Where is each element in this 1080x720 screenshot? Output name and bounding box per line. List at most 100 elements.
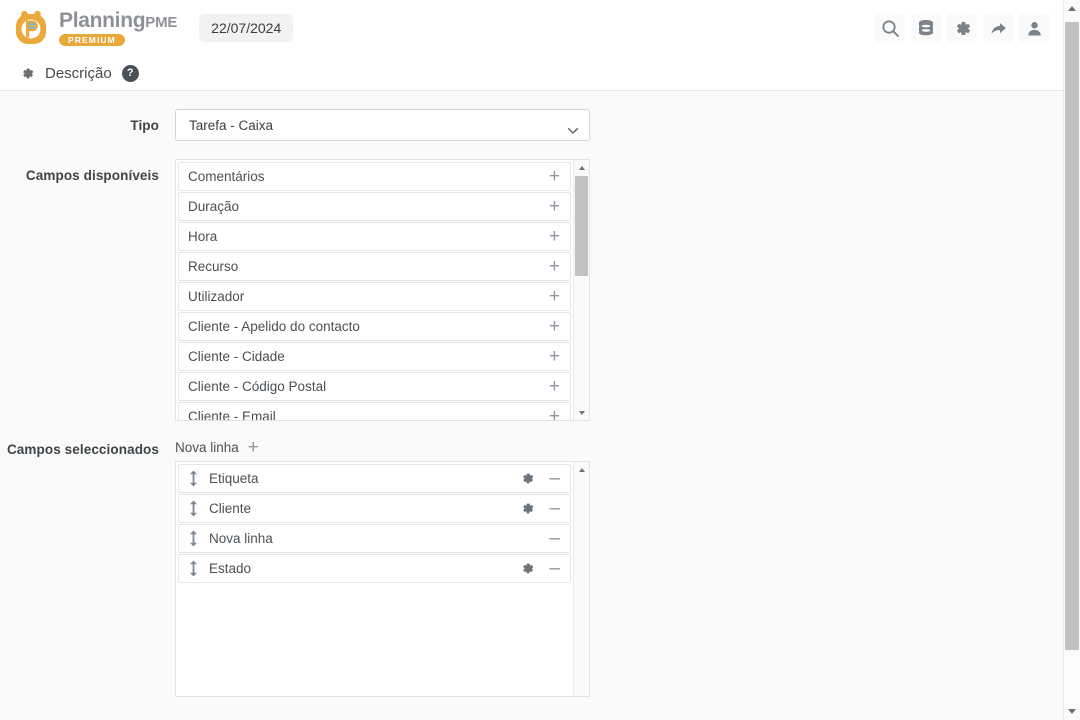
- section-gear-icon[interactable]: [20, 66, 35, 81]
- selected-row-actions: –: [520, 469, 560, 488]
- available-field-label: Cliente - Cidade: [188, 349, 285, 364]
- available-row-actions: +: [549, 257, 560, 276]
- available-row-actions: +: [549, 347, 560, 366]
- field-row-tipo: Tipo Tarefa - Caixa: [0, 109, 1063, 141]
- scrollbar-thumb[interactable]: [575, 176, 588, 276]
- available-row-actions: +: [549, 287, 560, 306]
- label-campos-disponiveis: Campos disponíveis: [25, 168, 159, 183]
- field-row-selected: Campos seleccionados Nova linha + Etique…: [0, 433, 1063, 697]
- selected-field-row[interactable]: Nova linha –: [178, 524, 571, 553]
- selected-row-actions: –: [520, 559, 560, 578]
- label-tipo: Tipo: [130, 118, 159, 133]
- gear-icon[interactable]: [520, 501, 535, 516]
- available-field-row[interactable]: Cliente - Apelido do contacto +: [178, 312, 571, 341]
- page-scrollbar[interactable]: [1063, 0, 1080, 720]
- field-campos-seleccionados: Nova linha + Etiqueta – Cliente – Nova linha…: [175, 433, 1063, 697]
- available-field-row[interactable]: Comentários +: [178, 162, 571, 191]
- available-row-actions: +: [549, 377, 560, 396]
- plus-icon[interactable]: +: [549, 257, 560, 276]
- selected-field-row[interactable]: Estado –: [178, 554, 571, 583]
- plus-icon[interactable]: +: [549, 167, 560, 186]
- available-field-row[interactable]: Cliente - Cidade +: [178, 342, 571, 371]
- brand-wordmark: Planning PME PREMIUM: [59, 10, 177, 46]
- add-new-line-button[interactable]: Nova linha +: [175, 433, 259, 461]
- available-field-row[interactable]: Hora +: [178, 222, 571, 251]
- drag-handle-icon[interactable]: [188, 500, 199, 517]
- available-field-row[interactable]: Duração +: [178, 192, 571, 221]
- scroll-down-arrow-icon[interactable]: [574, 405, 589, 420]
- plus-icon[interactable]: +: [549, 347, 560, 366]
- minus-icon[interactable]: –: [549, 499, 560, 518]
- gear-icon[interactable]: [520, 471, 535, 486]
- share-button[interactable]: [983, 13, 1013, 43]
- available-field-label: Comentários: [188, 169, 265, 184]
- brand-premium-badge: PREMIUM: [59, 34, 125, 46]
- minus-icon[interactable]: –: [549, 559, 560, 578]
- available-field-label: Cliente - Apelido do contacto: [188, 319, 360, 334]
- selected-field-label: Cliente: [209, 501, 252, 516]
- share-arrow-icon: [989, 19, 1008, 38]
- tipo-select[interactable]: Tarefa - Caixa: [175, 109, 590, 141]
- page-content: Planning PME PREMIUM 22/07/2024 Descriçã…: [0, 0, 1063, 720]
- available-row-actions: +: [549, 407, 560, 420]
- selected-panel: Etiqueta – Cliente – Nova linha – Estado –: [175, 461, 590, 697]
- selected-field-label: Nova linha: [209, 531, 273, 546]
- planningpme-logo-icon: [12, 9, 50, 47]
- available-field-row[interactable]: Recurso +: [178, 252, 571, 281]
- available-row-actions: +: [549, 317, 560, 336]
- selected-field-row[interactable]: Etiqueta –: [178, 464, 571, 493]
- brand-name-pme: PME: [145, 14, 178, 31]
- plus-icon[interactable]: +: [549, 227, 560, 246]
- available-field-label: Hora: [188, 229, 218, 244]
- available-field-label: Utilizador: [188, 289, 245, 304]
- selected-field-row[interactable]: Cliente –: [178, 494, 571, 523]
- selected-field-label: Etiqueta: [209, 471, 259, 486]
- selected-list-scrollbar[interactable]: [573, 461, 590, 697]
- available-field-label: Recurso: [188, 259, 239, 274]
- gear-icon[interactable]: [520, 561, 535, 576]
- drag-handle-icon[interactable]: [188, 560, 199, 577]
- plus-icon[interactable]: +: [549, 317, 560, 336]
- available-field-row[interactable]: Cliente - Email +: [178, 402, 571, 420]
- user-icon: [1025, 19, 1044, 38]
- available-field-row[interactable]: Utilizador +: [178, 282, 571, 311]
- page-scroll-up-arrow-icon[interactable]: [1064, 0, 1080, 17]
- settings-button[interactable]: [947, 13, 977, 43]
- scroll-up-arrow-icon[interactable]: [574, 160, 589, 175]
- available-row-actions: +: [549, 227, 560, 246]
- top-bar: Planning PME PREMIUM 22/07/2024: [0, 0, 1063, 56]
- available-row-actions: +: [549, 167, 560, 186]
- plus-icon[interactable]: +: [549, 287, 560, 306]
- database-button[interactable]: [911, 13, 941, 43]
- available-field-label: Duração: [188, 199, 240, 214]
- tipo-select-wrap: Tarefa - Caixa: [175, 109, 590, 141]
- current-date-badge[interactable]: 22/07/2024: [199, 14, 294, 42]
- search-icon: [881, 19, 900, 38]
- app-root: Planning PME PREMIUM 22/07/2024 Descriçã…: [0, 0, 1080, 720]
- drag-handle-icon[interactable]: [188, 470, 199, 487]
- brand-logo[interactable]: Planning PME PREMIUM: [12, 9, 177, 47]
- drag-handle-icon[interactable]: [188, 530, 199, 547]
- page-scroll-down-arrow-icon[interactable]: [1064, 703, 1080, 720]
- minus-icon[interactable]: –: [549, 529, 560, 548]
- brand-name-planning: Planning: [59, 9, 146, 32]
- form-body: Tipo Tarefa - Caixa Campos disponíveis C…: [0, 91, 1063, 720]
- available-list-scrollbar[interactable]: [573, 159, 590, 421]
- minus-icon[interactable]: –: [549, 469, 560, 488]
- plus-icon[interactable]: +: [549, 197, 560, 216]
- available-fields-list[interactable]: Comentários + Duração + Hora + Recurso + Utiliza…: [175, 159, 573, 421]
- page-scrollbar-thumb[interactable]: [1065, 22, 1079, 650]
- user-button[interactable]: [1019, 13, 1049, 43]
- plus-icon[interactable]: +: [549, 407, 560, 420]
- plus-icon[interactable]: +: [549, 377, 560, 396]
- selected-row-actions: –: [520, 529, 560, 548]
- available-field-row[interactable]: Cliente - Código Postal +: [178, 372, 571, 401]
- field-tipo: Tarefa - Caixa: [175, 109, 1063, 141]
- selected-fields-list[interactable]: Etiqueta – Cliente – Nova linha – Estado –: [175, 461, 573, 697]
- search-button[interactable]: [875, 13, 905, 43]
- page-title: Descrição: [45, 64, 112, 82]
- scroll-up-arrow-icon[interactable]: [574, 462, 589, 477]
- available-field-label: Cliente - Código Postal: [188, 379, 327, 394]
- selected-field-label: Estado: [209, 561, 252, 576]
- help-icon[interactable]: ?: [121, 64, 139, 82]
